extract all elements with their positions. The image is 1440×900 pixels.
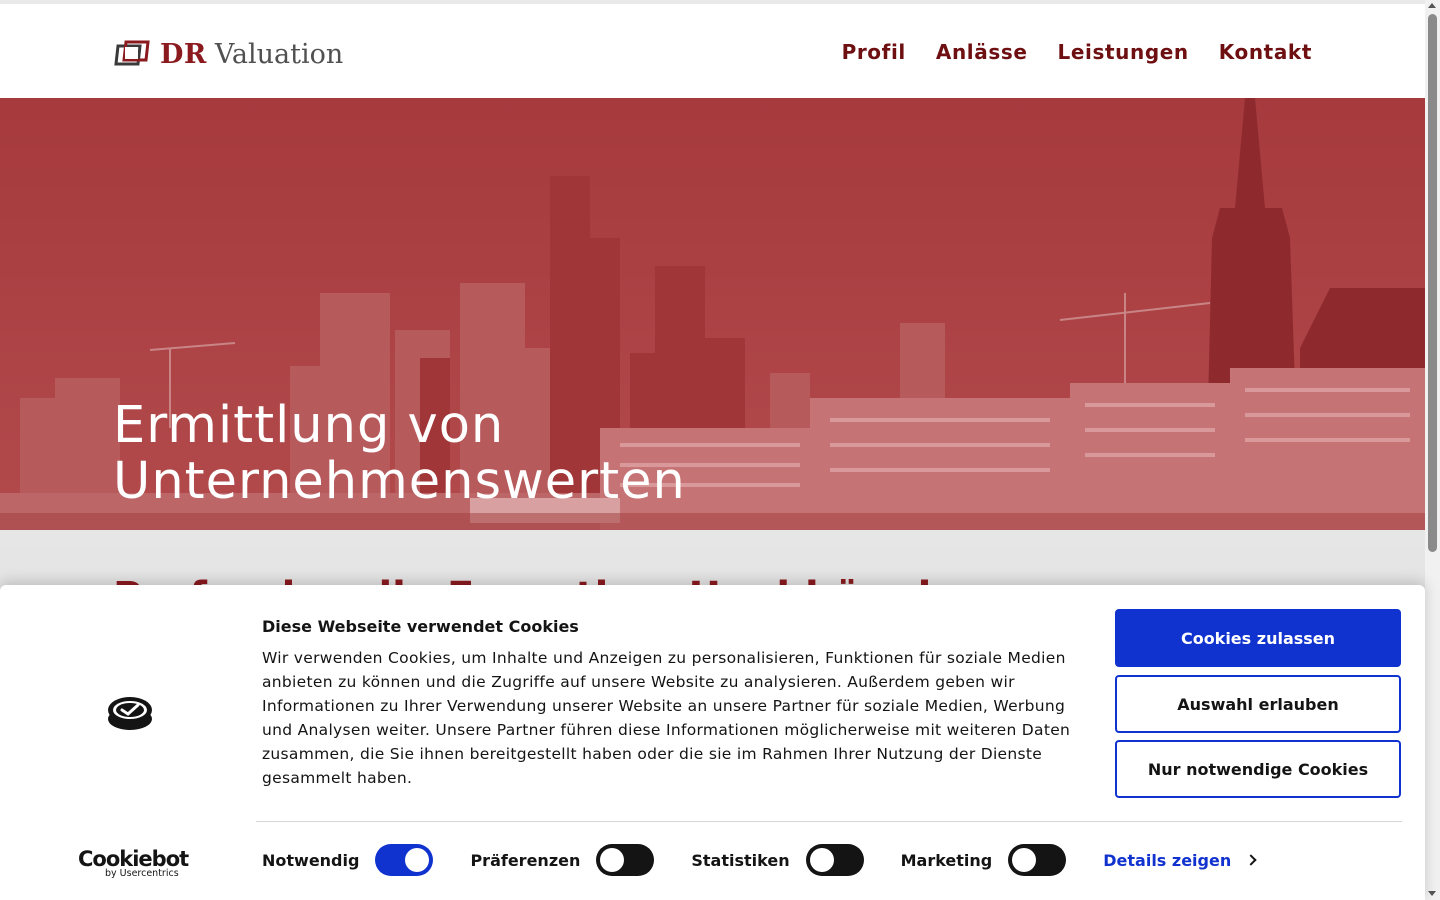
toggle-label-necessary: Notwendig (262, 850, 360, 870)
cookie-title: Diese Webseite verwendet Cookies (262, 617, 579, 636)
toggle-label-statistics: Statistiken (691, 850, 790, 870)
logo-mark-icon (114, 40, 150, 66)
nav-link-kontakt[interactable]: Kontakt (1219, 40, 1312, 64)
scroll-thumb[interactable] (1428, 14, 1437, 552)
scroll-down-arrow-icon[interactable] (1428, 891, 1436, 896)
toggle-marketing[interactable] (1008, 844, 1067, 876)
toggle-knob (600, 848, 625, 872)
cookiebot-badge-icon (108, 697, 152, 730)
toggle-knob (1012, 848, 1037, 872)
nav-link-leistungen[interactable]: Leistungen (1058, 40, 1189, 64)
necessary-cookies-only-button[interactable]: Nur notwendige Cookies (1115, 740, 1401, 798)
show-details-label: Details zeigen (1103, 850, 1232, 870)
toggle-knob (809, 848, 834, 872)
chevron-right-icon (1245, 854, 1257, 866)
cookie-consent-banner: Diese Webseite verwendet Cookies Wir ver… (0, 585, 1425, 900)
allow-selection-button[interactable]: Auswahl erlauben (1115, 675, 1401, 733)
hero-title-line-2: Unternehmenswerten (113, 452, 686, 511)
toggle-preferences[interactable] (596, 844, 655, 876)
scroll-up-arrow-icon[interactable] (1428, 3, 1436, 8)
hero-title: Ermittlung von Unternehmenswerten (113, 398, 686, 510)
site-logo[interactable]: DR Valuation (114, 38, 343, 70)
cookiebot-logo: Cookiebot by Usercentrics (78, 847, 189, 879)
page-scrollbar[interactable] (1425, 0, 1440, 900)
cookiebot-by-line: by Usercentrics (105, 868, 179, 879)
toggle-statistics[interactable] (805, 844, 864, 876)
toggle-label-marketing: Marketing (900, 850, 993, 870)
allow-all-cookies-button[interactable]: Cookies zulassen (1115, 609, 1401, 667)
cookie-category-toggles: Notwendig Präferenzen Statistiken Market… (262, 844, 1257, 876)
nav-link-profil[interactable]: Profil (842, 40, 906, 64)
cookie-divider (256, 821, 1402, 822)
cookie-description: Wir verwenden Cookies, um Inhalte und An… (262, 649, 1071, 787)
toggle-necessary[interactable] (375, 844, 434, 876)
logo-text-valuation: Valuation (214, 38, 344, 70)
nav-link-anlaesse[interactable]: Anlässe (936, 40, 1028, 64)
logo-text-dr: DR (160, 38, 207, 70)
toggle-knob (405, 848, 430, 872)
hero-banner: Ermittlung von Unternehmenswerten (0, 98, 1425, 530)
site-header: DR Valuation Profil Anlässe Leistungen K… (0, 4, 1425, 98)
main-nav: Profil Anlässe Leistungen Kontakt (842, 40, 1312, 64)
show-details-link[interactable]: Details zeigen (1103, 850, 1257, 870)
toggle-label-preferences: Präferenzen (470, 850, 581, 870)
hero-title-line-1: Ermittlung von (113, 396, 505, 455)
